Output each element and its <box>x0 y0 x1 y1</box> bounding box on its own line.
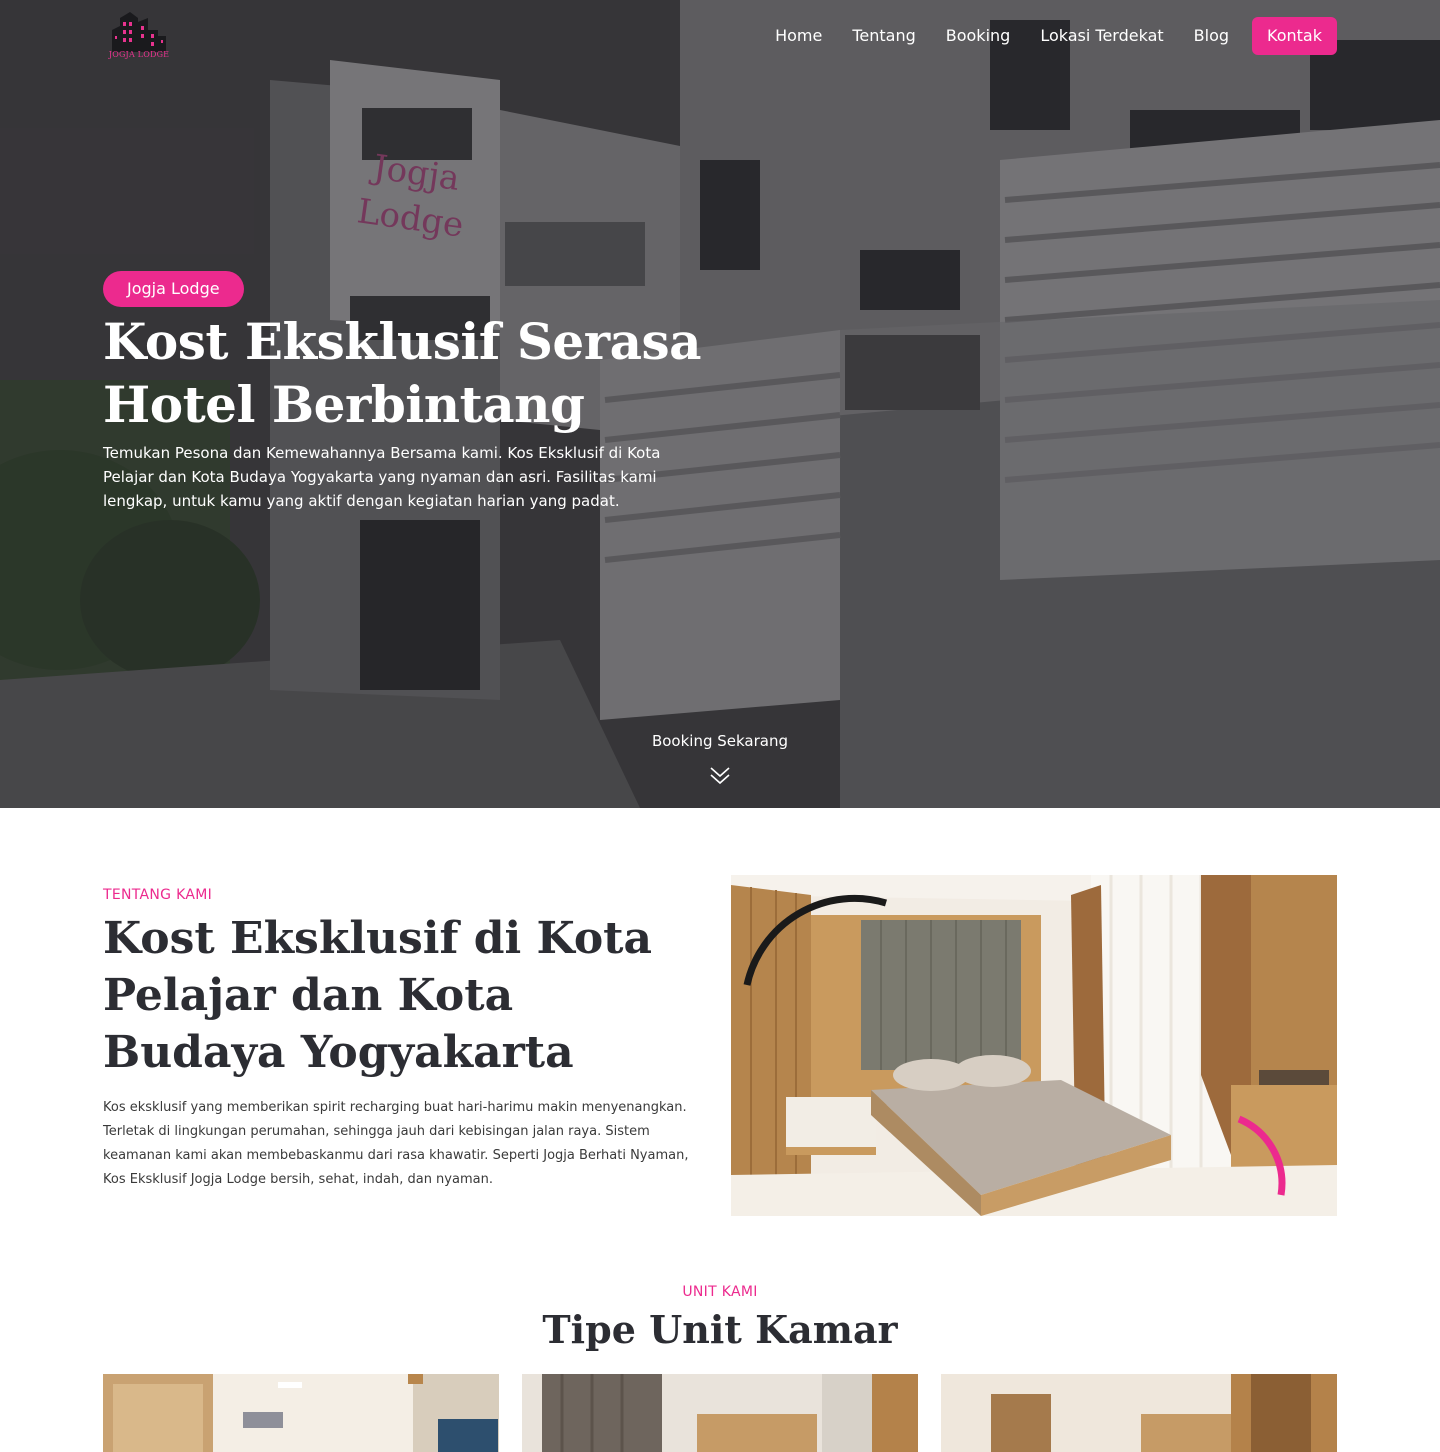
booking-sekarang-link[interactable]: Booking Sekarang <box>620 732 820 750</box>
bedroom-photo <box>731 875 1337 1216</box>
unit-card-3[interactable] <box>941 1374 1337 1452</box>
unit-photo-1 <box>103 1374 499 1452</box>
about-label: TENTANG KAMI <box>103 887 213 903</box>
nav-item-home[interactable]: Home <box>760 17 837 55</box>
hero-badge: Jogja Lodge <box>103 271 244 307</box>
about-title: Kost Eksklusif di Kota Pelajar dan Kota … <box>103 913 653 1078</box>
about-description: Kos eksklusif yang memberikan spirit rec… <box>103 1100 689 1187</box>
unit-card-1[interactable] <box>103 1374 499 1452</box>
bedroom-photo-art <box>731 875 1337 1216</box>
nav-item-booking[interactable]: Booking <box>931 17 1026 55</box>
units-label: UNIT KAMI <box>682 1284 758 1300</box>
main-nav: Home Tentang Booking Lokasi Terdekat Blo… <box>760 17 1337 55</box>
kontak-button[interactable]: Kontak <box>1252 17 1337 55</box>
double-chevron-down-icon[interactable] <box>708 764 732 788</box>
unit-card-2[interactable] <box>522 1374 918 1452</box>
nav-item-lokasi-terdekat[interactable]: Lokasi Terdekat <box>1025 17 1178 55</box>
hero-title: Kost Eksklusif Serasa Hotel Berbintang <box>103 312 702 434</box>
units-title: Tipe Unit Kamar <box>542 1307 898 1352</box>
unit-photo-3 <box>941 1374 1337 1452</box>
nav-item-tentang[interactable]: Tentang <box>837 17 930 55</box>
hero-section: Jogja Lodge JOGJA LODGE Home Tentang Boo… <box>0 0 1440 808</box>
hero-description: Temukan Pesona dan Kemewahannya Bersama … <box>103 444 661 510</box>
logo-wordmark: JOGJA LODGE <box>108 50 170 59</box>
unit-photo-2 <box>522 1374 918 1452</box>
nav-item-blog[interactable]: Blog <box>1179 17 1244 55</box>
